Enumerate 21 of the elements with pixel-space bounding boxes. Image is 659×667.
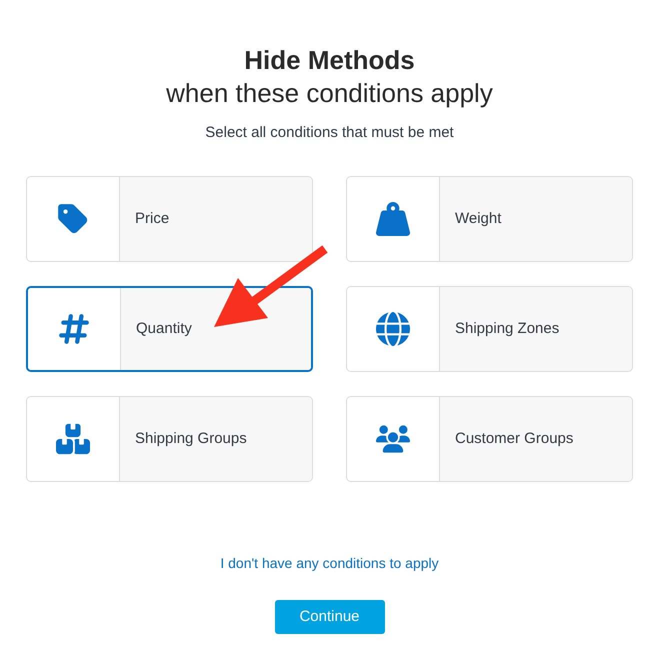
condition-card[interactable]: Shipping Zones — [346, 286, 633, 372]
tag-icon — [56, 202, 90, 236]
condition-card[interactable]: Weight — [346, 176, 633, 262]
condition-card[interactable]: Shipping Groups — [26, 396, 313, 482]
weight-icon — [376, 202, 410, 236]
condition-label: Shipping Zones — [455, 318, 560, 339]
dialog-title: Hide Methods — [244, 44, 415, 76]
condition-label: Price — [135, 208, 170, 229]
skip-link[interactable]: I don't have any conditions to apply — [220, 553, 439, 573]
instruction-text: Select all conditions that must be met — [205, 123, 454, 143]
condition-card[interactable]: Customer Groups — [346, 396, 633, 482]
condition-label: Customer Groups — [455, 428, 574, 449]
condition-label: Weight — [455, 208, 502, 229]
boxes-icon — [56, 422, 90, 456]
condition-card[interactable]: Quantity — [26, 286, 313, 372]
condition-label: Quantity — [136, 318, 192, 339]
condition-label: Shipping Groups — [135, 428, 247, 449]
dialog-subtitle: when these conditions apply — [166, 77, 493, 110]
globe-icon — [376, 312, 410, 346]
hashtag-icon — [57, 312, 91, 346]
condition-card[interactable]: Price — [26, 176, 313, 262]
